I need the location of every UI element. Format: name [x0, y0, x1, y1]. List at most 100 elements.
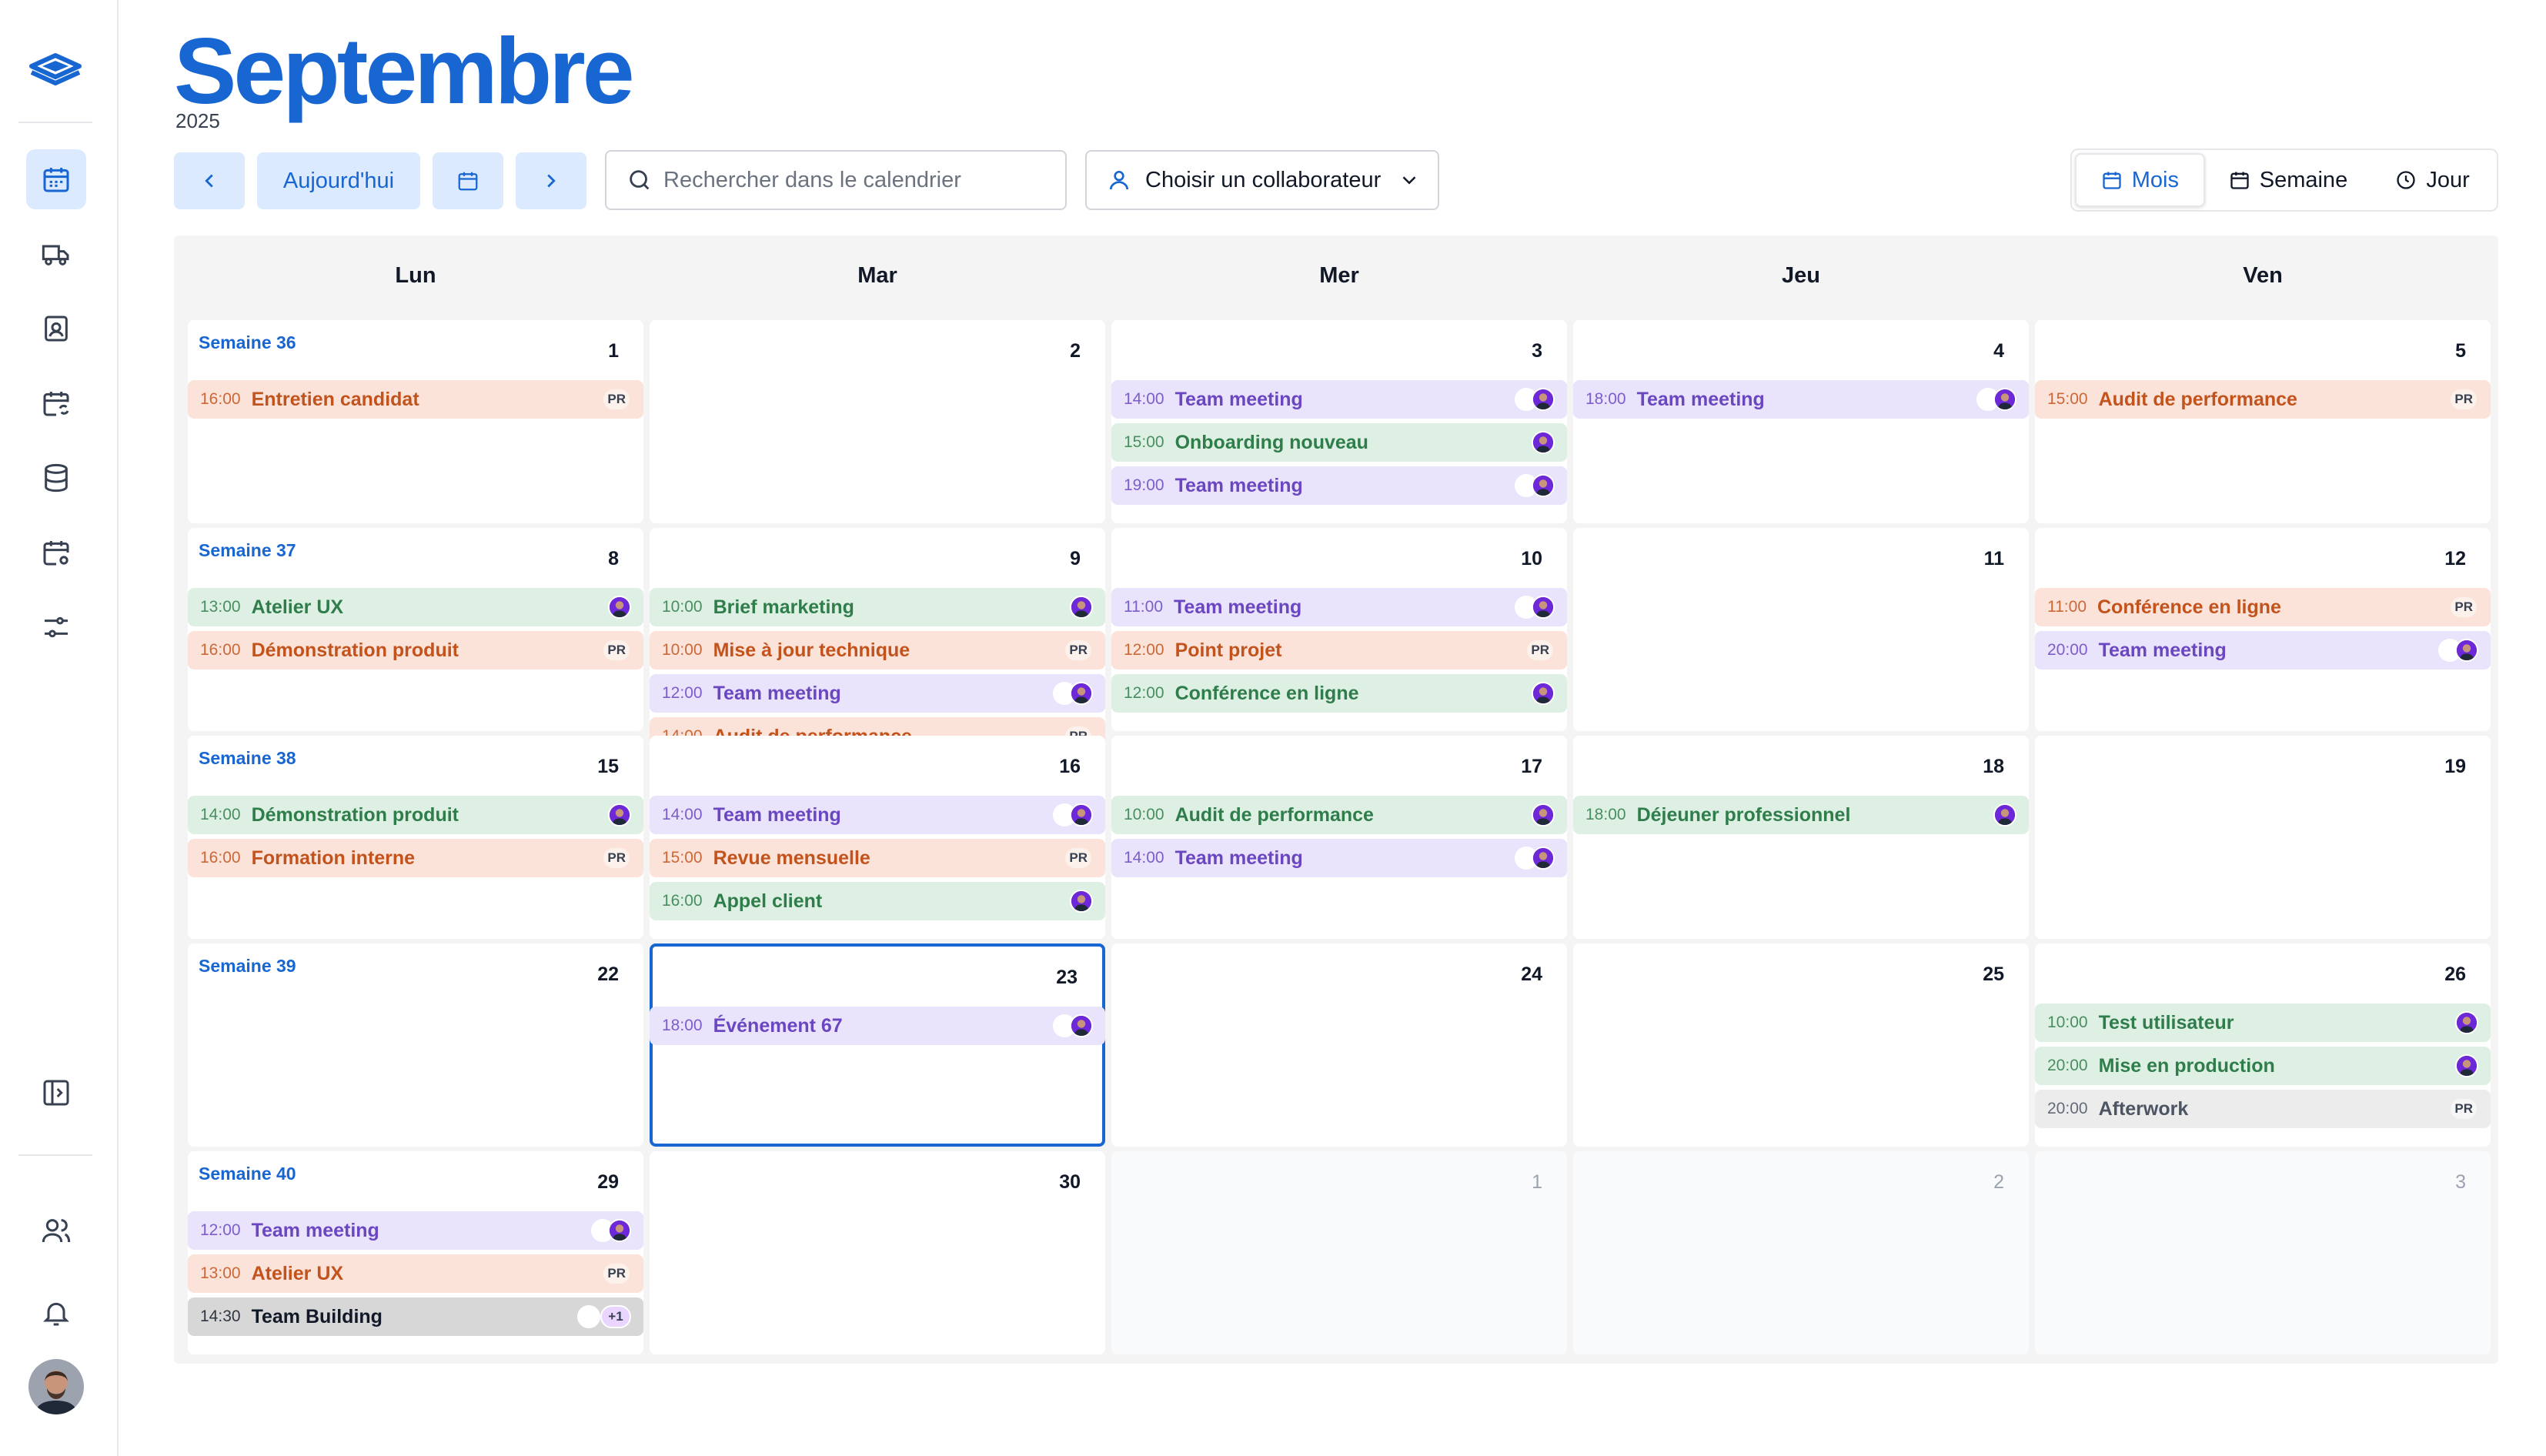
event-time: 13:00	[200, 598, 241, 616]
day-cell[interactable]: 9 10:00 Brief marketing 10:00 Mise à jour te…	[650, 528, 1105, 756]
sidebar-item-database[interactable]	[26, 448, 86, 508]
calendar-event[interactable]: 11:00 Team meeting	[1111, 588, 1567, 626]
day-cell[interactable]: Semaine 38 15 14:00 Démonstration produit 16…	[188, 736, 643, 939]
calendar-event[interactable]: 15:00 Audit de performance PR	[2035, 380, 2491, 419]
calendar-event[interactable]: 10:00 Audit de performance	[1111, 796, 1567, 834]
day-cell[interactable]: 4 18:00 Team meeting	[1573, 320, 2029, 523]
calendar-event[interactable]: 12:00 Team meeting	[188, 1211, 643, 1250]
day-cell-today[interactable]: 23 18:00 Événement 67	[650, 943, 1105, 1147]
calendar-event[interactable]: 20:00 Team meeting	[2035, 631, 2491, 670]
calendar-event[interactable]: 20:00 Afterwork PR	[2035, 1090, 2491, 1128]
calendar-event[interactable]: 10:00 Test utilisateur	[2035, 1004, 2491, 1042]
day-cell[interactable]: Semaine 39 22	[188, 943, 643, 1147]
calendar-event[interactable]: 18:00 Team meeting	[1573, 380, 2029, 419]
previous-month-button[interactable]	[174, 152, 245, 209]
day-cell[interactable]: 25	[1573, 943, 2029, 1147]
event-title: Team meeting	[1636, 388, 1765, 410]
calendar-event[interactable]: 13:00 Atelier UX PR	[188, 1254, 643, 1293]
sidebar-item-calendar-settings[interactable]	[26, 523, 86, 583]
day-cell[interactable]: 18 18:00 Déjeuner professionnel	[1573, 736, 2029, 939]
day-number: 19	[2444, 756, 2466, 777]
calendar-event[interactable]: 12:00 Point projet PR	[1111, 631, 1567, 670]
day-cell[interactable]: 2	[1573, 1151, 2029, 1354]
calendar-event[interactable]: 20:00 Mise en production	[2035, 1047, 2491, 1085]
event-time: 15:00	[662, 849, 703, 867]
event-title: Mise à jour technique	[713, 639, 910, 661]
date-picker-button[interactable]	[433, 152, 503, 209]
sidebar-toggle-button[interactable]	[26, 1063, 86, 1123]
calendar-event[interactable]: 16:00 Démonstration produit PR	[188, 631, 643, 670]
attendee-avatar	[1070, 682, 1093, 705]
event-time: 10:00	[662, 598, 703, 616]
sidebar-item-calendar[interactable]	[26, 149, 86, 209]
day-cell[interactable]: 19	[2035, 736, 2491, 939]
calendar-event[interactable]: 11:00 Conférence en ligne PR	[2035, 588, 2491, 626]
collaborator-select[interactable]: Choisir un collaborateur	[1085, 150, 1439, 210]
calendar-event[interactable]: 12:00 Conférence en ligne	[1111, 674, 1567, 713]
sidebar-item-team[interactable]	[26, 1201, 86, 1261]
today-button[interactable]: Aujourd'hui	[257, 152, 420, 209]
event-title: Team meeting	[1174, 388, 1303, 410]
calendar-event[interactable]: 14:00 Team meeting	[650, 796, 1105, 834]
calendar-event[interactable]: 15:00 Revue mensuelle PR	[650, 839, 1105, 877]
calendar-event[interactable]: 10:00 Brief marketing	[650, 588, 1105, 626]
sliders-icon	[45, 616, 68, 638]
day-cell[interactable]: 2	[650, 320, 1105, 523]
calendar-event[interactable]: 13:00 Atelier UX	[188, 588, 643, 626]
day-cell[interactable]: Semaine 40 29 12:00 Team meeting 13:00 Atelie…	[188, 1151, 643, 1354]
truck-icon	[42, 245, 69, 265]
sidebar-item-schedule-sync[interactable]	[26, 373, 86, 433]
day-cell[interactable]: Semaine 36 1 16:00 Entretien candidat PR	[188, 320, 643, 523]
attendee-avatar	[608, 803, 631, 827]
day-cell[interactable]: 1	[1111, 1151, 1567, 1354]
calendar-event[interactable]: 14:30 Team Building +1	[188, 1297, 643, 1336]
day-cell[interactable]: 3 14:00 Team meeting 15:00 Onboarding nouvea…	[1111, 320, 1567, 523]
calendar-event[interactable]: 14:00 Team meeting	[1111, 380, 1567, 419]
view-week-label: Semaine	[2259, 167, 2348, 192]
view-week-button[interactable]: Semaine	[2205, 153, 2371, 207]
next-month-button[interactable]	[516, 152, 586, 209]
calendar-event[interactable]: 16:00 Appel client	[650, 882, 1105, 920]
day-cell[interactable]: 3	[2035, 1151, 2491, 1354]
calendar-event[interactable]: 15:00 Onboarding nouveau	[1111, 423, 1567, 462]
day-cell[interactable]: 17 10:00 Audit de performance 14:00 Team mee…	[1111, 736, 1567, 939]
day-cell[interactable]: 30	[650, 1151, 1105, 1354]
day-cell[interactable]: 26 10:00 Test utilisateur 20:00 Mise en prod…	[2035, 943, 2491, 1147]
view-month-button[interactable]: Mois	[2075, 153, 2205, 207]
user-avatar[interactable]	[28, 1359, 84, 1414]
day-number: 23	[1056, 967, 1078, 988]
event-title: Team meeting	[1174, 596, 1302, 618]
event-time: 18:00	[1585, 390, 1626, 408]
day-cell[interactable]: 5 15:00 Audit de performance PR	[2035, 320, 2491, 523]
sidebar-item-filters[interactable]	[26, 597, 86, 657]
event-time: 14:00	[200, 806, 241, 823]
calendar-event[interactable]: 18:00 Événement 67	[650, 1007, 1105, 1045]
attendee-initials-badge: PR	[603, 1264, 630, 1284]
calendar-event[interactable]: 18:00 Déjeuner professionnel	[1573, 796, 2029, 834]
day-cell[interactable]: 16 14:00 Team meeting 15:00 Revue mensuelle P…	[650, 736, 1105, 939]
calendar-event[interactable]: 12:00 Team meeting	[650, 674, 1105, 713]
day-cell[interactable]: 12 11:00 Conférence en ligne PR 20:00 Team me…	[2035, 528, 2491, 731]
calendar-event[interactable]: 16:00 Entretien candidat PR	[188, 380, 643, 419]
day-cell[interactable]: Semaine 37 8 13:00 Atelier UX 16:00 Démonstra…	[188, 528, 643, 731]
calendar-event[interactable]: 14:00 Démonstration produit	[188, 796, 643, 834]
day-cell[interactable]: 10 11:00 Team meeting 12:00 Point projet PR 12…	[1111, 528, 1567, 731]
day-cell[interactable]: 24	[1111, 943, 1567, 1147]
sidebar-item-delivery[interactable]	[26, 224, 86, 284]
view-day-button[interactable]: Jour	[2371, 153, 2494, 207]
event-time: 18:00	[1585, 806, 1626, 823]
event-title: Team meeting	[2098, 639, 2227, 661]
calendar-search-input[interactable]: Rechercher dans le calendrier	[605, 150, 1067, 210]
year-label: 2025	[175, 109, 220, 132]
app-logo-icon[interactable]	[27, 49, 84, 95]
sidebar	[0, 0, 119, 1456]
sidebar-item-contacts[interactable]	[26, 299, 86, 359]
calendar-event[interactable]: 10:00 Mise à jour technique PR	[650, 631, 1105, 670]
event-time: 18:00	[662, 1017, 703, 1034]
calendar-event[interactable]: 14:00 Team meeting	[1111, 839, 1567, 877]
calendar-event[interactable]: 16:00 Formation interne PR	[188, 839, 643, 877]
calendar-event[interactable]: 19:00 Team meeting	[1111, 466, 1567, 505]
notifications-button[interactable]	[26, 1283, 86, 1343]
day-cell[interactable]: 11	[1573, 528, 2029, 731]
event-time: 12:00	[1124, 684, 1164, 702]
